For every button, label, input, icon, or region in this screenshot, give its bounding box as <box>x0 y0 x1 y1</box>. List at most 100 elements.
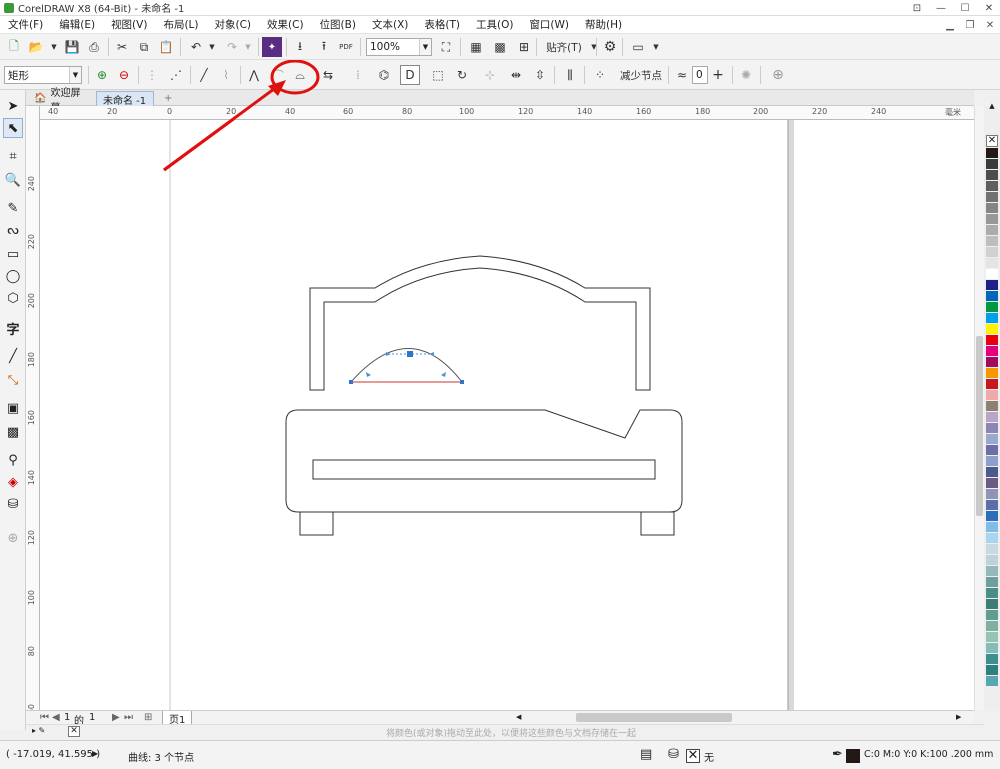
select-all-nodes-icon[interactable]: ⁘ <box>590 65 610 85</box>
palette-swatch[interactable] <box>986 258 998 269</box>
minimize-button[interactable]: — <box>928 0 954 16</box>
palette-swatch[interactable] <box>986 456 998 467</box>
doc-restore-icon[interactable]: ❐ <box>960 17 980 33</box>
palette-swatch[interactable] <box>986 632 998 643</box>
crop-tool-icon[interactable]: ⌗ <box>3 146 23 166</box>
menu-file[interactable]: 文件(F) <box>0 17 51 32</box>
first-page-icon[interactable]: ⏮ <box>40 712 49 723</box>
palette-swatch[interactable] <box>986 148 998 159</box>
horizontal-scroll-thumb[interactable] <box>576 713 732 722</box>
palette-swatch[interactable] <box>986 379 998 390</box>
scroll-left-icon[interactable]: ◀ <box>516 713 524 722</box>
palette-scroll-up-icon[interactable]: ▲ <box>986 102 998 110</box>
palette-swatch[interactable] <box>986 533 998 544</box>
palette-swatch[interactable] <box>986 544 998 555</box>
palette-swatch[interactable] <box>986 170 998 181</box>
help-icon[interactable]: ⊡ <box>904 0 930 16</box>
tab-welcome[interactable]: 🏠 欢迎屏幕 <box>28 88 94 114</box>
menu-bitmaps[interactable]: 位图(B) <box>312 17 364 32</box>
copy-icon[interactable]: ⧉ <box>134 37 154 57</box>
add-tool-icon[interactable]: ⊕ <box>3 528 23 548</box>
palette-swatch[interactable] <box>986 511 998 522</box>
options-gear-icon[interactable]: ⚙ <box>600 37 620 57</box>
maximize-button[interactable]: ☐ <box>952 0 978 16</box>
rectangle-tool-icon[interactable]: ▭ <box>3 244 23 264</box>
menu-view[interactable]: 视图(V) <box>103 17 155 32</box>
curve-smoothness-input[interactable]: 0 <box>692 66 708 84</box>
palette-swatch[interactable] <box>986 368 998 379</box>
palette-swatch[interactable] <box>986 225 998 236</box>
prev-page-icon[interactable]: ◀ <box>52 712 60 723</box>
close-button[interactable]: ✕ <box>976 0 1000 16</box>
save-icon[interactable]: 💾 <box>62 37 82 57</box>
palette-swatch[interactable] <box>986 643 998 654</box>
text-tool-icon[interactable]: 字 <box>3 318 23 338</box>
freehand-tool-icon[interactable]: ✎ <box>3 198 23 218</box>
pick-tool-icon[interactable]: ➤ <box>3 96 23 116</box>
palette-swatch[interactable] <box>986 357 998 368</box>
palette-swatch[interactable] <box>986 346 998 357</box>
palette-swatch[interactable] <box>986 676 998 687</box>
artistic-media-icon[interactable]: ᔓ <box>3 220 23 240</box>
menu-edit[interactable]: 编辑(E) <box>51 17 103 32</box>
interactive-fill-icon[interactable]: ◈ <box>3 472 23 492</box>
extract-subpath-icon[interactable]: ⌬ <box>374 65 394 85</box>
no-color-swatch[interactable]: ✕ <box>986 135 998 147</box>
search-content-icon[interactable]: ✦ <box>262 37 282 57</box>
paste-icon[interactable]: 📋 <box>156 37 176 57</box>
zoom-tool-icon[interactable]: 🔍 <box>3 170 23 190</box>
menu-text[interactable]: 文本(X) <box>364 17 416 32</box>
outline-color-swatch[interactable] <box>846 749 860 763</box>
export-icon[interactable]: ⭱ <box>314 37 334 57</box>
palette-swatch[interactable] <box>986 610 998 621</box>
next-page-icon[interactable]: ▶ <box>112 712 120 723</box>
smart-fill-icon[interactable]: ⛁ <box>3 494 23 514</box>
show-guidelines-icon[interactable]: ⊞ <box>514 37 534 57</box>
vertical-scroll-thumb[interactable] <box>976 336 983 516</box>
polygon-tool-icon[interactable]: ⬡ <box>3 288 23 308</box>
color-eyedropper-icon[interactable]: ⚲ <box>3 450 23 470</box>
connector-tool-icon[interactable]: ⤡ <box>3 370 23 390</box>
palette-swatch[interactable] <box>986 654 998 665</box>
curve-smoothness-slider-button[interactable]: + <box>708 65 728 85</box>
mirror-v-icon[interactable]: ⇳ <box>530 65 550 85</box>
palette-swatch[interactable] <box>986 390 998 401</box>
import-icon[interactable]: ⭳ <box>290 37 310 57</box>
palette-swatch[interactable] <box>986 335 998 346</box>
show-rulers-icon[interactable]: ▦ <box>466 37 486 57</box>
palette-swatch[interactable] <box>986 500 998 511</box>
palette-swatch[interactable] <box>986 203 998 214</box>
palette-swatch[interactable] <box>986 214 998 225</box>
menu-table[interactable]: 表格(T) <box>416 17 468 32</box>
undo-dropdown-icon[interactable]: ▼ <box>202 37 222 57</box>
palette-swatch[interactable] <box>986 269 998 280</box>
palette-swatch[interactable] <box>986 291 998 302</box>
menu-tools[interactable]: 工具(O) <box>468 17 521 32</box>
palette-swatch[interactable] <box>986 621 998 632</box>
transparency-icon[interactable]: ▩ <box>3 422 23 442</box>
palette-swatch[interactable] <box>986 401 998 412</box>
doc-minimize-icon[interactable]: ▁ <box>940 17 960 33</box>
tab-document[interactable]: 未命名 -1 <box>96 91 154 107</box>
palette-swatch[interactable] <box>986 181 998 192</box>
add-node-icon[interactable]: ⊕ <box>92 65 112 85</box>
parallel-dimension-icon[interactable]: ╱ <box>3 346 23 366</box>
menu-window[interactable]: 窗口(W) <box>521 17 577 32</box>
rotate-nodes-icon[interactable]: ↻ <box>452 65 472 85</box>
publish-pdf-icon[interactable]: PDF <box>336 37 356 57</box>
mirror-h-icon[interactable]: ⇹ <box>506 65 526 85</box>
palette-swatch[interactable] <box>986 566 998 577</box>
node-options-icon[interactable]: ✺ <box>736 65 756 85</box>
palette-menu-icon[interactable]: ▸ ✎ <box>32 726 45 735</box>
full-screen-icon[interactable]: ⛶ <box>436 37 456 57</box>
print-icon[interactable]: ⎙ <box>84 37 104 57</box>
palette-swatch[interactable] <box>986 588 998 599</box>
menu-help[interactable]: 帮助(H) <box>577 17 630 32</box>
palette-swatch[interactable] <box>986 192 998 203</box>
palette-swatch[interactable] <box>986 445 998 456</box>
palette-swatch[interactable] <box>986 280 998 291</box>
redo-dropdown-icon[interactable]: ▼ <box>238 37 258 57</box>
reduce-nodes-button[interactable]: 减少节点 <box>618 65 664 85</box>
drawing-canvas[interactable] <box>40 120 974 710</box>
add-page-icon[interactable]: ⊞ <box>144 712 152 723</box>
